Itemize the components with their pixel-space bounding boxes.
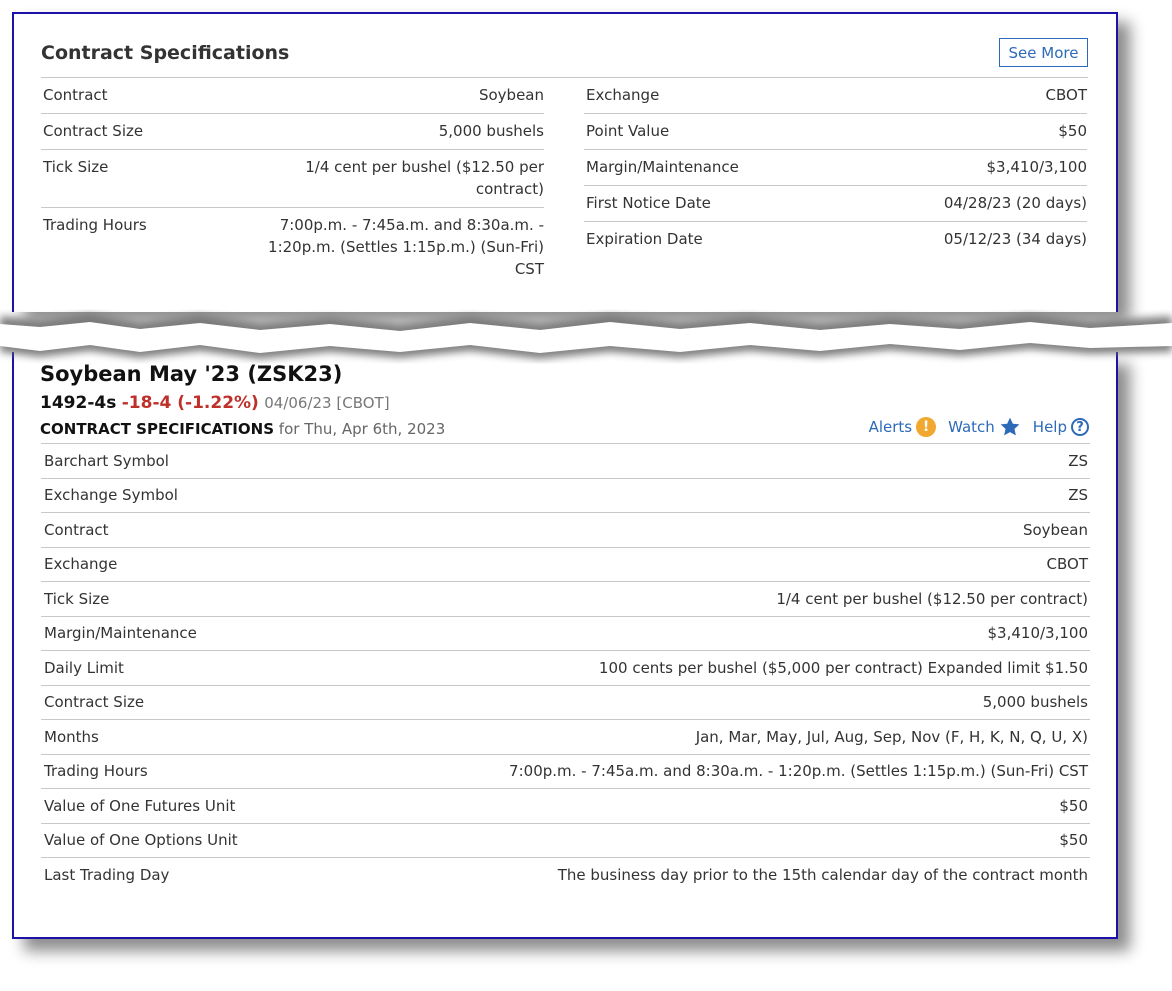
quote-line: 1492-4s -18-4 (-1.22%) 04/06/23 [CBOT] <box>40 393 390 413</box>
spec-row: Exchange CBOT <box>584 78 1087 114</box>
spec-label: Exchange <box>586 86 660 104</box>
spec-row: Tick Size 1/4 cent per bushel ($12.50 pe… <box>41 150 544 208</box>
table-row: Contract Size 5,000 bushels <box>41 686 1090 720</box>
section-date: for Thu, Apr 6th, 2023 <box>278 420 446 438</box>
spec-value: 05/12/23 (34 days) <box>943 230 1087 248</box>
alerts-label: Alerts <box>868 418 913 436</box>
section-heading: CONTRACT SPECIFICATIONS for Thu, Apr 6th… <box>40 420 445 438</box>
spec-value: $3,410/3,100 <box>986 158 1087 176</box>
table-row: Value of One Futures Unit $50 <box>41 789 1090 824</box>
spec-label: Trading Hours <box>43 216 147 234</box>
row-value: $50 <box>1059 831 1088 850</box>
spec-value: CBOT <box>1045 86 1087 104</box>
table-row: Margin/Maintenance $3,410/3,100 <box>41 617 1090 651</box>
row-value: 5,000 bushels <box>982 693 1088 712</box>
row-value: $3,410/3,100 <box>987 624 1088 643</box>
see-more-button[interactable]: See More <box>999 38 1088 67</box>
row-label: Contract Size <box>44 693 145 712</box>
spec-label: First Notice Date <box>586 194 711 212</box>
row-value: The business day prior to the 15th calen… <box>557 866 1088 885</box>
row-value: 1/4 cent per bushel ($12.50 per contract… <box>776 589 1088 608</box>
spec-row: Margin/Maintenance $3,410/3,100 <box>584 150 1087 186</box>
spec-value: 04/28/23 (20 days) <box>943 194 1087 212</box>
section-label: CONTRACT SPECIFICATIONS <box>40 420 275 438</box>
table-row: Months Jan, Mar, May, Jul, Aug, Sep, Nov … <box>41 720 1090 755</box>
spec-row: Contract Soybean <box>41 78 544 114</box>
row-value: Jan, Mar, May, Jul, Aug, Sep, Nov (F, H,… <box>695 727 1088 746</box>
spec-label: Expiration Date <box>586 230 703 248</box>
spec-row: Trading Hours 7:00p.m. - 7:45a.m. and 8:… <box>41 208 544 287</box>
row-label: Exchange <box>44 555 118 574</box>
spec-value: 7:00p.m. - 7:45a.m. and 8:30a.m. - 1:20p… <box>268 216 544 278</box>
row-value: 7:00p.m. - 7:45a.m. and 8:30a.m. - 1:20p… <box>509 762 1088 781</box>
table-row: Exchange CBOT <box>41 548 1090 582</box>
spec-label: Point Value <box>586 122 670 140</box>
watch-button[interactable]: Watch <box>948 416 1021 438</box>
row-label: Tick Size <box>44 589 110 608</box>
row-value: $50 <box>1059 796 1088 815</box>
question-circle-icon: ? <box>1071 418 1089 436</box>
table-row: Contract Soybean <box>41 513 1090 548</box>
row-label: Value of One Futures Unit <box>44 796 236 815</box>
spec-value: Soybean <box>478 86 544 104</box>
spec-row: Expiration Date 05/12/23 (34 days) <box>584 222 1087 257</box>
spec-label: Contract <box>43 86 108 104</box>
table-row: Barchart Symbol ZS <box>41 444 1090 479</box>
contract-title: Soybean May '23 (ZSK23) <box>40 362 343 386</box>
table-row: Exchange Symbol ZS <box>41 479 1090 513</box>
spec-row: Point Value $50 <box>584 114 1087 150</box>
row-value: Soybean <box>1022 520 1088 539</box>
row-label: Months <box>44 727 99 746</box>
contract-specs-detail-panel: Soybean May '23 (ZSK23) 1492-4s -18-4 (-… <box>12 352 1118 939</box>
specs-left-column: Contract Soybean Contract Size 5,000 bus… <box>41 78 544 287</box>
help-button[interactable]: Help ? <box>1033 418 1089 436</box>
spec-label: Contract Size <box>43 122 144 140</box>
star-icon <box>1000 417 1020 436</box>
row-value: 100 cents per bushel ($5,000 per contrac… <box>598 658 1088 677</box>
specs-right-column: Exchange CBOT Point Value $50 Margin/Mai… <box>584 78 1087 257</box>
row-label: Exchange Symbol <box>44 486 178 505</box>
table-row: Tick Size 1/4 cent per bushel ($12.50 per… <box>41 582 1090 617</box>
table-row: Daily Limit 100 cents per bushel ($5,000 … <box>41 651 1090 686</box>
row-value: ZS <box>1068 451 1088 470</box>
row-value: ZS <box>1068 486 1088 505</box>
contract-specs-table: Barchart Symbol ZS Exchange Symbol ZS Cont… <box>41 443 1090 893</box>
spec-label: Tick Size <box>43 158 109 176</box>
spec-row: Contract Size 5,000 bushels <box>41 114 544 150</box>
row-label: Trading Hours <box>44 762 148 781</box>
table-row: Last Trading Day The business day prior t… <box>41 858 1090 893</box>
quote-date: 04/06/23 [CBOT] <box>264 394 390 412</box>
toolbar: Alerts ! Watch Help ? <box>857 416 1089 438</box>
row-label: Last Trading Day <box>44 866 170 885</box>
spec-label: Margin/Maintenance <box>586 158 739 176</box>
contract-specs-summary-panel: Contract Specifications See More Contrac… <box>12 12 1118 312</box>
spec-row: First Notice Date 04/28/23 (20 days) <box>584 186 1087 222</box>
alerts-button[interactable]: Alerts ! <box>869 417 937 437</box>
row-label: Barchart Symbol <box>44 451 169 470</box>
row-label: Contract <box>44 520 109 539</box>
table-row: Trading Hours 7:00p.m. - 7:45a.m. and 8:3… <box>41 755 1090 789</box>
spec-value: 5,000 bushels <box>438 122 544 140</box>
row-label: Margin/Maintenance <box>44 624 197 643</box>
row-label: Daily Limit <box>44 658 124 677</box>
row-label: Value of One Options Unit <box>44 831 238 850</box>
help-label: Help <box>1032 418 1067 436</box>
table-row: Value of One Options Unit $50 <box>41 824 1090 858</box>
alert-exclamation-icon: ! <box>916 417 937 437</box>
panel-title: Contract Specifications <box>41 42 290 64</box>
watch-label: Watch <box>948 418 995 436</box>
last-price: 1492-4s <box>40 393 117 413</box>
price-change: -18-4 (-1.22%) <box>121 393 259 413</box>
spec-value: $50 <box>1058 122 1087 140</box>
spec-value: 1/4 cent per bushel ($12.50 per contract… <box>305 158 544 198</box>
row-value: CBOT <box>1046 555 1088 574</box>
